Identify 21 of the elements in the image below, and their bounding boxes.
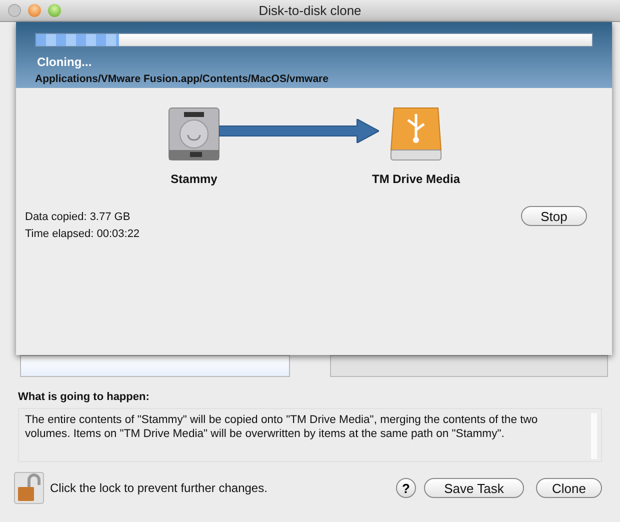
open-padlock-icon[interactable] [14, 472, 44, 504]
usb-drive-icon [388, 106, 444, 162]
right-arrow-icon [219, 119, 379, 143]
footer-button[interactable]: Save Task [424, 478, 524, 498]
summary-text: The entire contents of "Stammy" will be copied onto "TM Drive Media", merging the contents of the two volumes. Items on "TM Drive Media" will be overwritten by items at the same path on "Stammy". [25, 413, 539, 442]
stat-text: Data copied: 3.77 GB [25, 210, 132, 225]
current-file-path: Applications/VMware Fusion.app/Contents/MacOS/vmware [35, 73, 330, 85]
zoom-button[interactable] [48, 4, 61, 17]
target-disk-name: TM Drive Media [372, 172, 460, 186]
summary-heading: What is going to happen: [18, 391, 150, 403]
status-text: Cloning... [37, 55, 93, 69]
source-disk-name: Stammy [170, 172, 218, 186]
stop-button[interactable]: Stop [521, 206, 587, 226]
help-button[interactable]: ? [396, 478, 416, 498]
hard-drive-icon [166, 106, 222, 162]
stat-text: Time elapsed: 00:03:22 [25, 227, 141, 242]
window-title: Disk-to-disk clone [258, 3, 362, 18]
footer-button[interactable]: Clone [536, 478, 602, 498]
lock-hint: Click the lock to prevent further changes. [50, 481, 268, 495]
close-button[interactable] [8, 4, 21, 17]
minimize-button[interactable] [28, 4, 41, 17]
